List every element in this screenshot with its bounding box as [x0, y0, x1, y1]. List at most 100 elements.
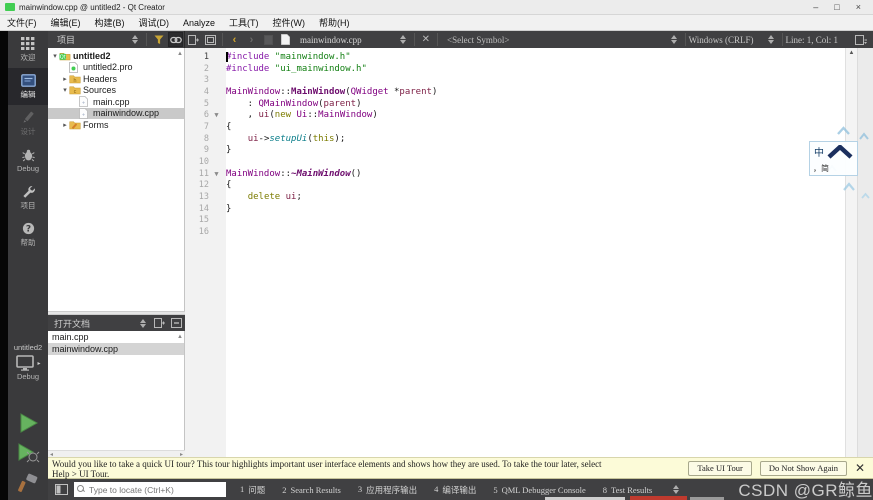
tree-item-main.cpp[interactable]: +main.cpp — [48, 96, 184, 108]
filter-icon[interactable] — [151, 32, 166, 47]
code-line-12[interactable]: { — [226, 180, 845, 192]
editor-vertical-scrollbar[interactable]: ▲ — [845, 48, 857, 457]
encoding-updown-icon[interactable] — [671, 35, 678, 44]
opendocs-scroll-up-icon[interactable]: ▲ — [177, 334, 183, 340]
output-pane-1[interactable]: 1问题 — [240, 484, 265, 496]
run-button[interactable] — [8, 410, 48, 436]
right-scroll-column[interactable] — [857, 48, 873, 457]
take-ui-tour-button[interactable]: Take UI Tour — [688, 461, 751, 476]
output-pane-updown-icon[interactable] — [673, 485, 680, 494]
menu-item-3[interactable]: 构建(B) — [88, 16, 132, 29]
expander-icon[interactable]: ▸ — [61, 75, 69, 83]
code-line-7[interactable]: { — [226, 121, 845, 133]
notification-close-icon[interactable]: ✕ — [855, 461, 865, 476]
lineending-updown-icon[interactable] — [768, 35, 775, 44]
code-line-10[interactable] — [226, 156, 845, 168]
project-panel-title[interactable]: 项目 — [48, 33, 128, 46]
open-documents-header: 打开文档 — [48, 315, 185, 331]
tree-scroll-up-icon[interactable]: ▲ — [177, 51, 183, 57]
debug-run-button[interactable] — [8, 440, 48, 466]
go-back-icon[interactable]: ‹ — [227, 32, 242, 47]
tree-item-Sources[interactable]: ▾cSources — [48, 85, 184, 97]
mode-item-帮助[interactable]: ?帮助 — [8, 216, 48, 253]
mode-item-编辑[interactable]: 编辑 — [8, 68, 48, 105]
sidebar-toggle-icon[interactable] — [55, 484, 68, 495]
code-editor[interactable]: #include "mainwindow.h"#include "ui_main… — [226, 48, 845, 457]
opendocs-close-icon[interactable] — [169, 316, 184, 331]
menu-item-7[interactable]: 控件(W) — [266, 16, 313, 29]
code-line-5[interactable]: : QMainWindow(parent) — [226, 98, 845, 110]
menu-item-2[interactable]: 编辑(E) — [44, 16, 88, 29]
code-token: ~MainWindow — [291, 169, 351, 179]
opendocs-switch-updown-icon[interactable] — [140, 319, 147, 328]
code-line-1[interactable]: #include "mainwindow.h" — [226, 51, 845, 63]
open-documents-title[interactable]: 打开文档 — [48, 317, 136, 330]
ime-status-popup[interactable]: 中 ，简 — [809, 141, 858, 176]
output-pane-3[interactable]: 3应用程序输出 — [358, 484, 417, 496]
code-line-8[interactable]: ui->setupUi(this); — [226, 133, 845, 145]
panel-horizontal-scrollbar[interactable]: ◂▸ — [48, 450, 185, 457]
code-line-2[interactable]: #include "ui_mainwindow.h" — [226, 63, 845, 75]
output-pane-2[interactable]: 2Search Results — [282, 485, 341, 495]
code-line-15[interactable] — [226, 215, 845, 227]
tree-item-Forms[interactable]: ▸Forms — [48, 119, 184, 131]
output-pane-4[interactable]: 4编译输出 — [434, 484, 476, 496]
output-pane-5[interactable]: 5QML Debugger Console — [493, 485, 585, 495]
close-document-icon[interactable]: ✕ — [422, 34, 430, 45]
open-in-window-icon[interactable] — [203, 32, 218, 47]
code-line-4[interactable]: MainWindow::MainWindow(QWidget *parent) — [226, 86, 845, 98]
kit-selector[interactable]: untitled2 ▸ Debug — [8, 343, 48, 381]
scrollbar-up-icon[interactable]: ▲ — [846, 48, 857, 58]
mode-selector-bar: 欢迎编辑设计Debug项目?帮助 untitled2 ▸ Debug — [8, 31, 48, 500]
locator[interactable] — [74, 482, 226, 497]
mode-item-欢迎[interactable]: 欢迎 — [8, 31, 48, 68]
code-line-3[interactable] — [226, 74, 845, 86]
build-button[interactable] — [8, 470, 48, 496]
code-line-6[interactable]: , ui(new Ui::MainWindow) — [226, 109, 845, 121]
open-doc-main.cpp[interactable]: main.cpp — [48, 331, 184, 343]
menu-item-1[interactable]: 文件(F) — [0, 16, 44, 29]
maximize-button[interactable]: □ — [834, 3, 839, 12]
code-line-14[interactable]: } — [226, 203, 845, 215]
document-dropdown-icon[interactable] — [400, 35, 407, 44]
code-line-16[interactable] — [226, 226, 845, 238]
locator-input[interactable] — [89, 482, 223, 497]
tree-item-untitled2.pro[interactable]: untitled2.pro — [48, 62, 184, 74]
expander-icon[interactable]: ▸ — [61, 121, 69, 129]
go-forward-icon[interactable]: › — [244, 32, 259, 47]
code-line-13[interactable]: delete ui; — [226, 191, 845, 203]
close-button[interactable]: × — [856, 3, 861, 12]
symbol-selector[interactable]: <Select Symbol> — [447, 35, 509, 45]
mode-item-Debug[interactable]: Debug — [8, 142, 48, 179]
cursor-position-indicator[interactable]: Line: 1, Col: 1 — [786, 35, 839, 45]
menu-item-4[interactable]: 调试(D) — [132, 16, 177, 29]
sync-with-editor-icon[interactable] — [168, 32, 183, 47]
split-add-icon[interactable] — [186, 32, 201, 47]
code-line-9[interactable]: } — [226, 145, 845, 157]
menu-item-6[interactable]: 工具(T) — [222, 16, 266, 29]
open-file-name[interactable]: mainwindow.cpp — [300, 35, 362, 45]
expander-icon[interactable]: ▾ — [51, 52, 59, 60]
tree-item-mainwindow.cpp[interactable]: +mainwindow.cpp — [48, 108, 184, 120]
code-line-11[interactable]: MainWindow::~MainWindow() — [226, 168, 845, 180]
panel-switch-updown-icon[interactable] — [132, 35, 139, 44]
menu-item-8[interactable]: 帮助(H) — [312, 16, 357, 29]
menu-item-5[interactable]: Analyze — [176, 18, 222, 28]
encoding-indicator[interactable]: Windows (CRLF) — [689, 35, 754, 45]
split-editor-icon[interactable] — [853, 32, 868, 47]
line-number: 10 — [185, 157, 209, 167]
minimize-button[interactable]: – — [813, 3, 818, 12]
opendocs-split-icon[interactable] — [152, 316, 167, 331]
open-doc-mainwindow.cpp[interactable]: mainwindow.cpp — [48, 343, 184, 355]
output-pane-8[interactable]: 8Test Results — [603, 485, 652, 495]
target-monitor-icon[interactable] — [15, 355, 35, 371]
tree-item-Headers[interactable]: ▸hHeaders — [48, 73, 184, 85]
expander-icon[interactable]: ▾ — [61, 86, 69, 94]
tree-item-untitled2[interactable]: ▾Qtuntitled2 — [48, 50, 184, 62]
line-number: 1 — [185, 52, 209, 62]
fold-marker-icon[interactable]: ▼ — [209, 111, 224, 119]
do-not-show-again-button[interactable]: Do Not Show Again — [760, 461, 847, 476]
mode-item-项目[interactable]: 项目 — [8, 179, 48, 216]
kit-expand-arrow-icon[interactable]: ▸ — [37, 360, 40, 367]
fold-marker-icon[interactable]: ▼ — [209, 170, 224, 178]
